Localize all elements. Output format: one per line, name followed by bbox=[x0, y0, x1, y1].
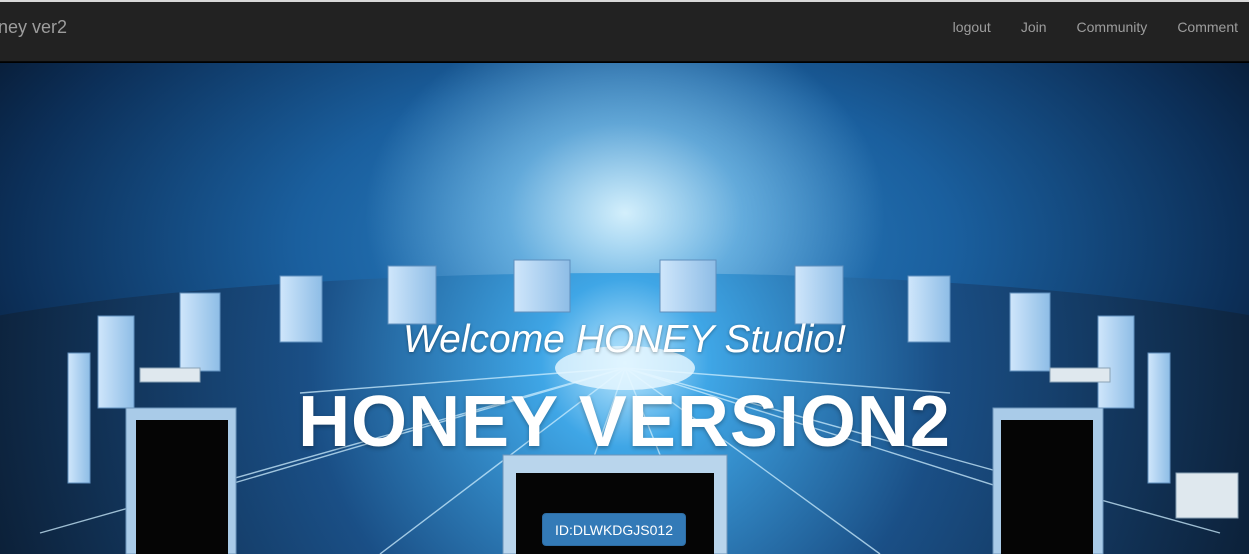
nav-links: logout Join Community Comment bbox=[938, 2, 1249, 60]
navbar-brand[interactable]: oney ver2 bbox=[0, 17, 67, 38]
navbar: oney ver2 logout Join Community Comment bbox=[0, 2, 1249, 62]
nav-link-join[interactable]: Join bbox=[1006, 2, 1062, 60]
hero-banner: Welcome HONEY Studio! HONEY VERSION2 ID:… bbox=[0, 63, 1249, 554]
network-monitors-background-image bbox=[0, 259, 1249, 554]
nav-link-logout[interactable]: logout bbox=[938, 2, 1006, 60]
nav-link-community[interactable]: Community bbox=[1062, 2, 1163, 60]
user-id-button[interactable]: ID:DLWKDGJS012 bbox=[542, 513, 686, 546]
welcome-heading: Welcome HONEY Studio! bbox=[403, 318, 846, 361]
nav-link-comment[interactable]: Comment bbox=[1162, 2, 1249, 60]
hero-title: HONEY VERSION2 bbox=[298, 382, 951, 462]
